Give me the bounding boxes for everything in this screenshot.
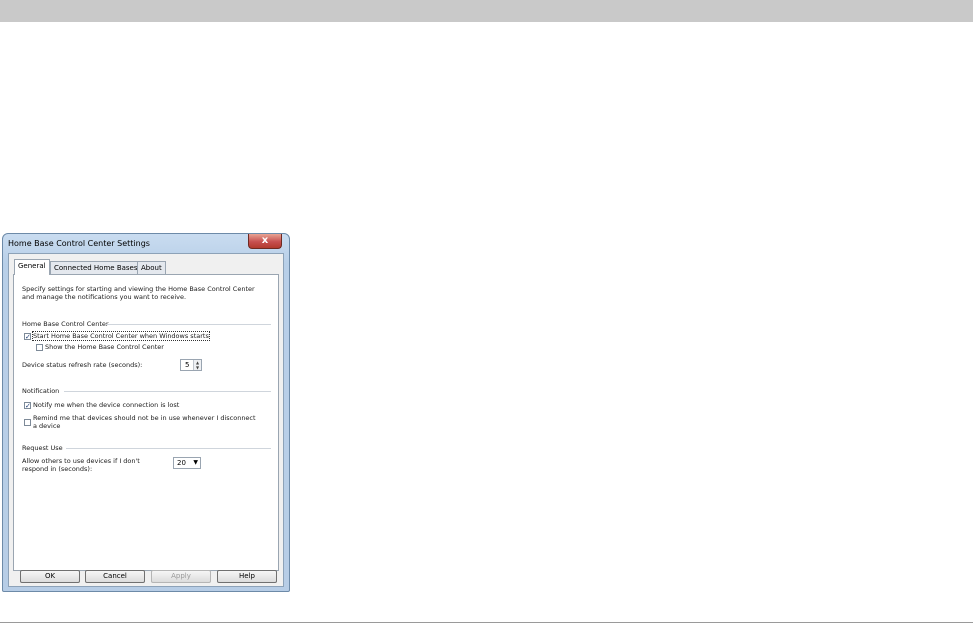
start-with-windows-label[interactable]: Start Home Base Control Center when Wind…: [32, 331, 210, 341]
tab-connected-home-bases[interactable]: Connected Home Bases: [50, 261, 142, 274]
ok-button[interactable]: OK: [20, 570, 80, 583]
response-timeout-dropdown[interactable]: 20 ▼: [173, 457, 201, 469]
intro-text-line1: Specify settings for starting and viewin…: [22, 285, 255, 293]
refresh-rate-label: Device status refresh rate (seconds):: [22, 361, 143, 369]
tab-about[interactable]: About: [137, 261, 166, 274]
apply-button[interactable]: Apply: [151, 570, 211, 583]
response-timeout-value: 20: [177, 459, 186, 467]
settings-dialog: Home Base Control Center Settings x Gene…: [2, 233, 290, 592]
remind-label-line2[interactable]: a device: [33, 422, 60, 430]
section-divider: [64, 391, 271, 392]
intro-text-line2: and manage the notifications you want to…: [22, 293, 187, 301]
allow-others-label-line1: Allow others to use devices if I don't: [22, 457, 140, 465]
show-control-center-label[interactable]: Show the Home Base Control Center: [45, 343, 164, 351]
refresh-rate-value: 5: [185, 361, 190, 369]
section-divider: [66, 448, 271, 449]
dialog-client-area: General Connected Home Bases About Speci…: [8, 253, 284, 587]
refresh-rate-stepper[interactable]: 5 ▲ ▼: [180, 359, 202, 371]
chevron-down-icon: ▼: [193, 459, 198, 466]
close-button[interactable]: x: [248, 234, 282, 249]
notify-lost-checkbox[interactable]: ✓: [24, 402, 31, 410]
notify-lost-label[interactable]: Notify me when the device connection is …: [33, 401, 179, 409]
spin-down-icon[interactable]: ▼: [193, 365, 201, 370]
dialog-title: Home Base Control Center Settings: [8, 239, 150, 248]
section-heading-request-use: Request Use: [22, 444, 63, 452]
section-heading-notification: Notification: [22, 387, 60, 395]
show-control-center-checkbox[interactable]: [36, 344, 43, 351]
page-bottom-rule: [0, 622, 973, 623]
allow-others-label-line2: respond in (seconds):: [22, 465, 93, 473]
tab-general[interactable]: General: [14, 259, 50, 275]
start-with-windows-checkbox[interactable]: ✓: [24, 333, 31, 341]
section-divider: [106, 324, 271, 325]
remind-label-line1[interactable]: Remind me that devices should not be in …: [33, 414, 256, 422]
help-button[interactable]: Help: [217, 570, 277, 583]
section-heading-control-center: Home Base Control Center: [22, 320, 109, 328]
remind-checkbox[interactable]: [24, 419, 31, 426]
page-header-bar: [0, 0, 973, 22]
cancel-button[interactable]: Cancel: [85, 570, 145, 583]
general-tab-panel: Specify settings for starting and viewin…: [13, 274, 279, 571]
